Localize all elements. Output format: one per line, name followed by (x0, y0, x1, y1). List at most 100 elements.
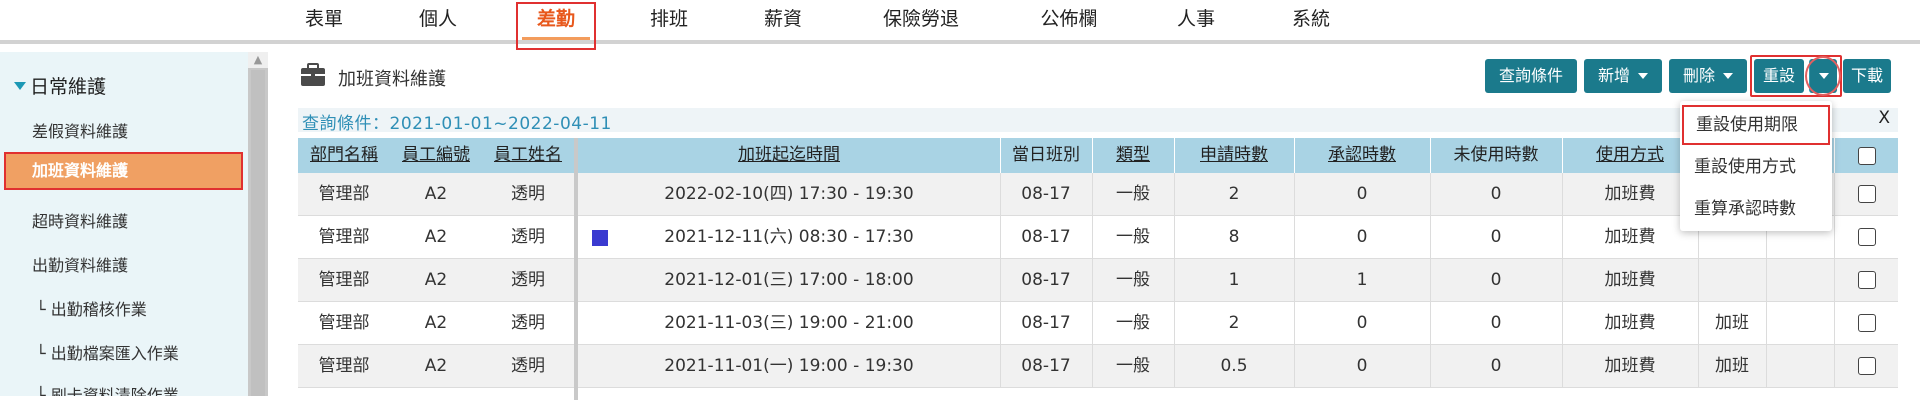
column-header-emp-name[interactable]: 員工姓名 (482, 138, 574, 173)
row-checkbox[interactable] (1858, 314, 1876, 332)
column-divider (1766, 345, 1767, 388)
cell-extra (1698, 259, 1766, 302)
row-checkbox[interactable] (1858, 357, 1876, 375)
column-header-dept[interactable]: 部門名稱 (298, 138, 390, 173)
sidebar-item-overtime-maintenance[interactable]: 加班資料維護 (4, 152, 243, 190)
nav-tab-insurance[interactable]: 保險勞退 (872, 0, 970, 40)
cell-applied: 8 (1228, 227, 1240, 247)
nav-divider (0, 40, 1920, 44)
delete-button[interactable]: 刪除 (1669, 59, 1747, 93)
cell-usage: 加班費 (1604, 184, 1656, 204)
add-button[interactable]: 新增 (1584, 59, 1662, 93)
cell-dept: 管理部 (318, 270, 370, 290)
sidebar-scrollbar[interactable]: ▲ (248, 52, 268, 396)
cell-unused: 0 (1490, 270, 1502, 290)
cell-shift: 08-17 (1021, 356, 1071, 376)
cell-emp-name: 透明 (511, 313, 545, 333)
cell-unused: 0 (1490, 356, 1502, 376)
cell-dept: 管理部 (318, 184, 370, 204)
cell-unused: 0 (1490, 227, 1502, 247)
cell-emp-no: A2 (424, 270, 448, 290)
cell-extra: 加班 (1715, 356, 1749, 376)
sidebar-item-attendance-maintenance[interactable]: 出勤資料維護 (32, 252, 128, 276)
cell-applied: 2 (1228, 184, 1240, 204)
sidebar-item-attendance-audit[interactable]: └ 出勤稽核作業 (36, 296, 147, 320)
download-button[interactable]: 下載 (1843, 59, 1891, 93)
nav-tab-personal[interactable]: 個人 (412, 0, 464, 40)
column-divider (1834, 216, 1835, 259)
add-button-label: 新增 (1597, 66, 1630, 85)
column-header-period[interactable]: 加班起迄時間 (578, 138, 1000, 173)
cell-emp-name: 透明 (511, 270, 545, 290)
top-navigation: 表單 個人 差勤 排班 薪資 保險勞退 公佈欄 人事 系統 (0, 0, 1920, 40)
scroll-up-icon[interactable]: ▲ (248, 52, 268, 68)
cell-emp-name: 透明 (511, 184, 545, 204)
table-row[interactable]: 管理部 A2 透明 2021-12-11(六) 08:30 - 17:30 08… (298, 216, 1898, 259)
chevron-down-icon (1723, 73, 1733, 79)
cell-usage: 加班費 (1604, 270, 1656, 290)
frozen-column-divider[interactable] (574, 138, 578, 400)
cell-period: 2021-11-03(三) 19:00 - 21:00 (664, 313, 914, 333)
cell-emp-name: 透明 (511, 227, 545, 247)
sidebar-item-attendance-import[interactable]: └ 出勤檔案匯入作業 (36, 340, 179, 364)
query-conditions-bar: 查詢條件：2021-01-01~2022-04-11 X (298, 108, 1898, 134)
cell-shift: 08-17 (1021, 270, 1071, 290)
cell-applied: 0.5 (1220, 356, 1248, 376)
cell-period: 2022-02-10(四) 17:30 - 19:30 (664, 184, 914, 204)
column-divider (1834, 259, 1835, 302)
cell-emp-no: A2 (424, 227, 448, 247)
cell-applied: 1 (1228, 270, 1240, 290)
sidebar-group-daily[interactable]: 日常維護 (14, 72, 106, 99)
column-divider (1834, 173, 1835, 216)
nav-tab-bulletin[interactable]: 公佈欄 (1032, 0, 1106, 40)
row-checkbox[interactable] (1858, 271, 1876, 289)
menu-item-reset-usage[interactable]: 重設使用方式 (1680, 147, 1832, 187)
cell-shift: 08-17 (1021, 313, 1071, 333)
sidebar-item-card-clear[interactable]: └ 刷卡資料清除作業 (36, 382, 179, 396)
table-row[interactable]: 管理部 A2 透明 2022-02-10(四) 17:30 - 19:30 08… (298, 173, 1898, 216)
nav-tab-hr[interactable]: 人事 (1170, 0, 1222, 40)
column-divider (1834, 302, 1835, 345)
column-header-shift: 當日班別 (1012, 145, 1080, 165)
reset-dropdown-menu: 重設使用期限 重設使用方式 重算承認時數 (1680, 101, 1832, 231)
cell-unused: 0 (1490, 313, 1502, 333)
menu-item-recalc-approved[interactable]: 重算承認時數 (1680, 189, 1832, 229)
cell-usage: 加班費 (1604, 313, 1656, 333)
row-checkbox[interactable] (1858, 185, 1876, 203)
cell-type: 一般 (1116, 270, 1150, 290)
cell-usage: 加班費 (1604, 227, 1656, 247)
cell-usage: 加班費 (1604, 356, 1656, 376)
cell-shift: 08-17 (1021, 184, 1071, 204)
nav-tab-system[interactable]: 系統 (1285, 0, 1337, 40)
chevron-down-icon (1638, 73, 1648, 79)
column-header-usage[interactable]: 使用方式 (1562, 138, 1698, 173)
query-conditions-button[interactable]: 查詢條件 (1485, 59, 1577, 93)
nav-tab-forms[interactable]: 表單 (298, 0, 350, 40)
column-header-applied[interactable]: 申請時數 (1174, 138, 1294, 173)
column-divider (1766, 302, 1767, 345)
row-checkbox[interactable] (1858, 228, 1876, 246)
scrollbar-thumb[interactable] (251, 70, 265, 396)
cell-approved: 0 (1356, 313, 1368, 333)
column-header-approved[interactable]: 承認時數 (1294, 138, 1430, 173)
page-title: 加班資料維護 (338, 69, 446, 90)
cell-shift: 08-17 (1021, 227, 1071, 247)
select-all-checkbox[interactable] (1858, 147, 1876, 165)
table-row[interactable]: 管理部 A2 透明 2021-11-01(一) 19:00 - 19:30 08… (298, 345, 1898, 388)
query-conditions-text: 查詢條件：2021-01-01~2022-04-11 (302, 114, 612, 134)
nav-tab-scheduling[interactable]: 排班 (643, 0, 695, 40)
sidebar-item-leave-maintenance[interactable]: 差假資料維護 (32, 118, 128, 142)
table-row[interactable]: 管理部 A2 透明 2021-12-01(三) 17:00 - 18:00 08… (298, 259, 1898, 302)
menu-item-reset-expiry[interactable]: 重設使用期限 (1682, 105, 1830, 145)
nav-tab-payroll[interactable]: 薪資 (757, 0, 809, 40)
column-header-emp-no[interactable]: 員工編號 (390, 138, 482, 173)
cell-period: 2021-11-01(一) 19:00 - 19:30 (664, 356, 914, 376)
cell-approved: 0 (1356, 227, 1368, 247)
close-icon[interactable]: X (1878, 108, 1890, 128)
column-header-type[interactable]: 類型 (1092, 138, 1174, 173)
cell-dept: 管理部 (318, 313, 370, 333)
delete-button-label: 刪除 (1682, 66, 1715, 85)
caret-down-icon (14, 82, 26, 90)
sidebar-item-excess-hours-maintenance[interactable]: 超時資料維護 (32, 208, 128, 232)
table-row[interactable]: 管理部 A2 透明 2021-11-03(三) 19:00 - 21:00 08… (298, 302, 1898, 345)
